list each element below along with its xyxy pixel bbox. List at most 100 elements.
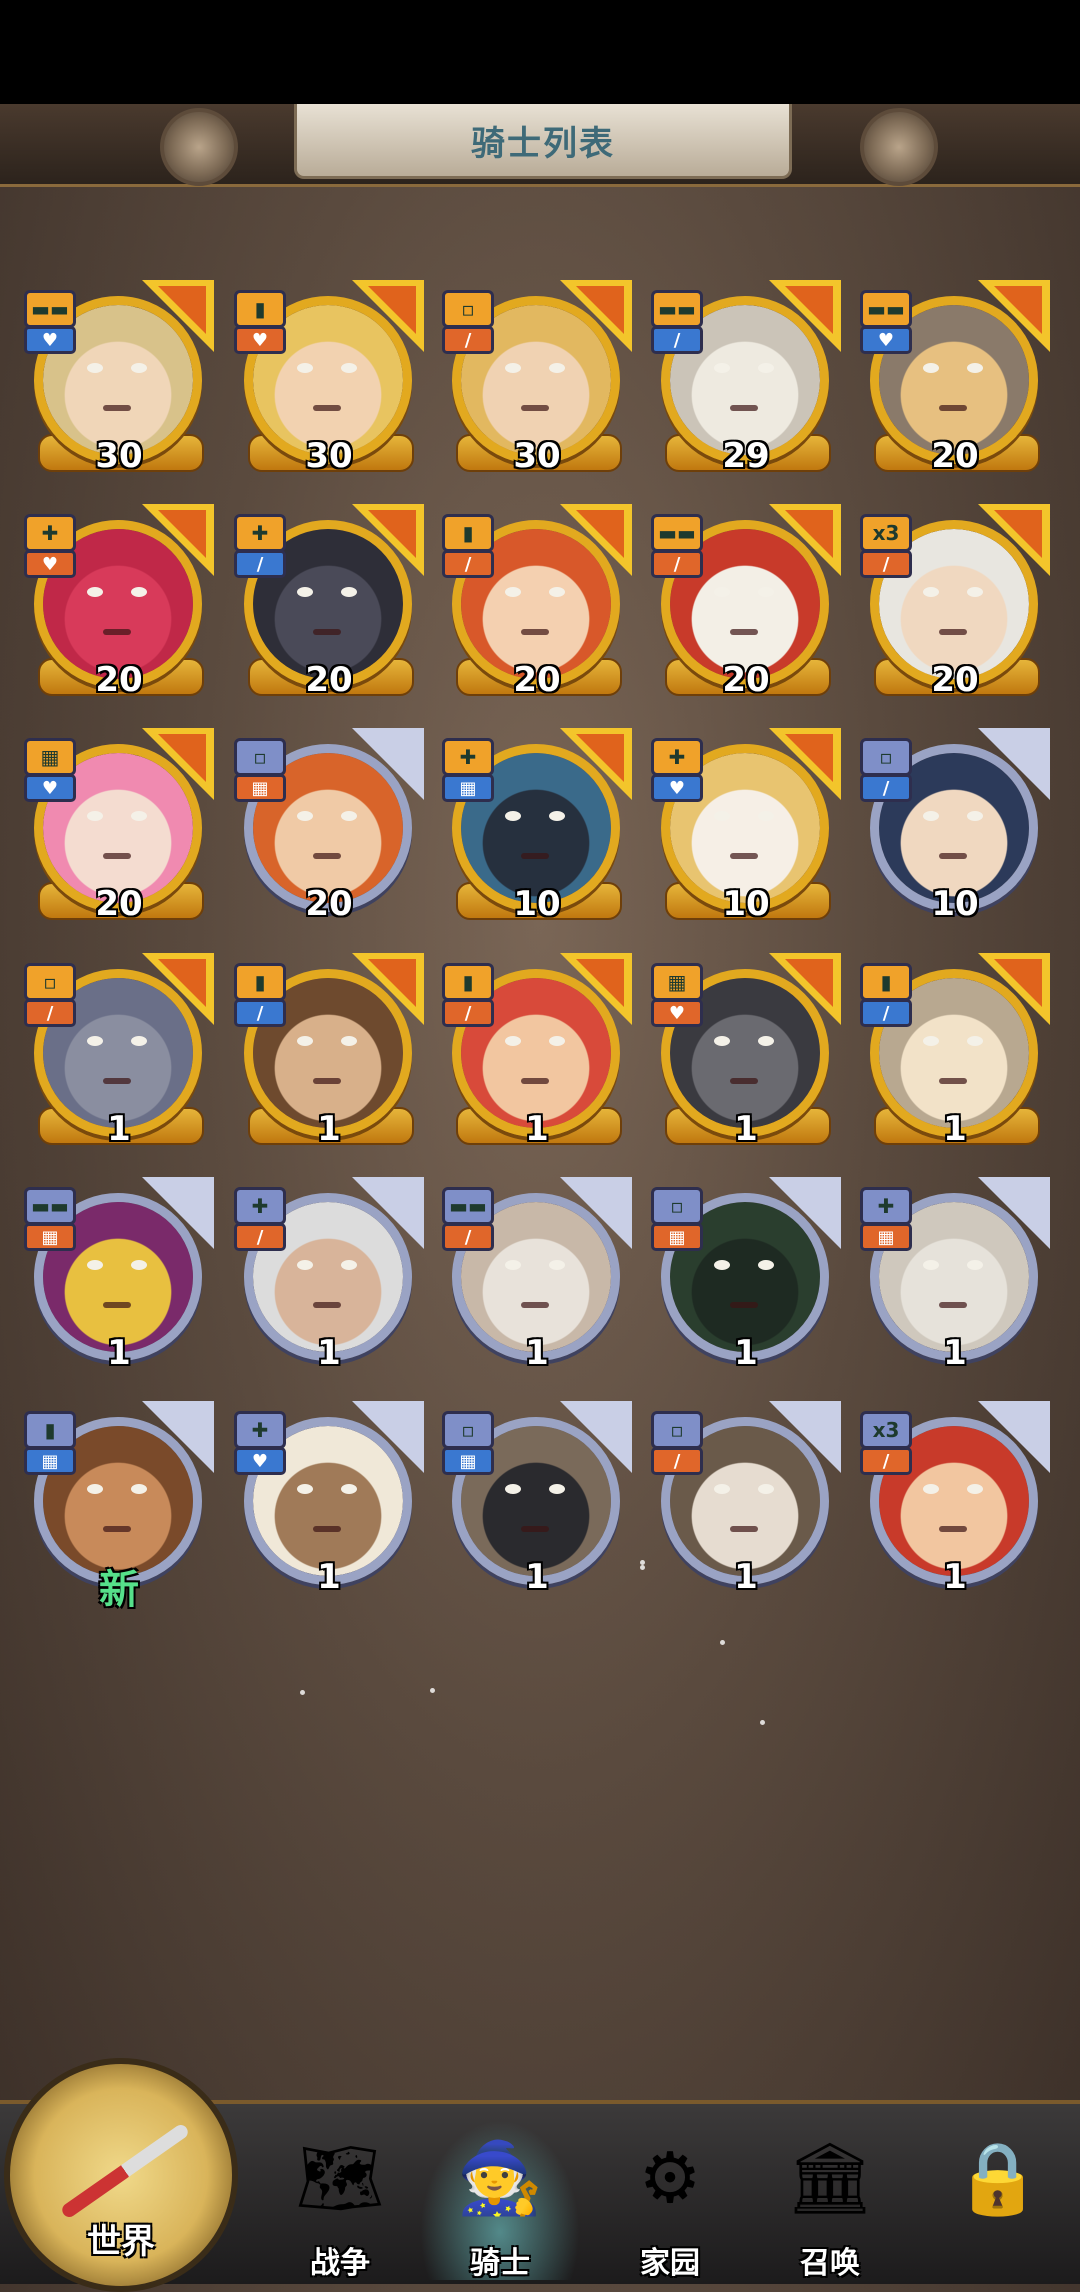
role-badge-icon: /: [234, 1223, 286, 1251]
nav-summon[interactable]: 🏛 召唤: [750, 2120, 910, 2282]
hero-card[interactable]: ▫ ▦ 20: [234, 728, 424, 924]
hero-eye: [549, 363, 565, 373]
hero-mouth: [521, 1302, 549, 1308]
rank-corner-gem: [576, 959, 624, 1007]
hero-card[interactable]: ▫ ▦ 1: [651, 1177, 841, 1373]
role-badge-icon: ♥: [651, 999, 703, 1027]
hero-eye: [967, 587, 983, 597]
hero-eye: [923, 1036, 939, 1046]
hero-eye: [505, 1036, 521, 1046]
class-badge-icon: ▫: [24, 963, 76, 1001]
hero-card[interactable]: ▮/ 20: [442, 504, 632, 700]
hero-eye: [505, 363, 521, 373]
hero-mouth: [313, 405, 341, 411]
rank-corner-gem: [785, 734, 833, 782]
hero-eye: [758, 1036, 774, 1046]
hero-card[interactable]: ✚ ▦ 10: [442, 728, 632, 924]
hero-card[interactable]: ▮ ▦ 新: [24, 1401, 214, 1613]
hero-card[interactable]: ▦ ♥ 1: [651, 953, 841, 1149]
rank-corner-gem: [576, 510, 624, 558]
hero-mouth: [313, 1302, 341, 1308]
hero-eye: [967, 1260, 983, 1270]
hero-mouth: [313, 629, 341, 635]
hero-eye: [967, 811, 983, 821]
role-badge-icon: /: [860, 550, 912, 578]
hero-eye: [341, 587, 357, 597]
hero-card[interactable]: ▮/ 1: [442, 953, 632, 1149]
nav-home[interactable]: ⚙ 家园: [590, 2120, 750, 2281]
hero-mouth: [521, 405, 549, 411]
role-badge-icon: ▦: [442, 774, 494, 802]
hero-card[interactable]: ▬▬ ♥ 30: [24, 280, 214, 476]
hero-card[interactable]: ✚/ 20: [234, 504, 424, 700]
hero-eye: [297, 811, 313, 821]
role-badge-icon: /: [651, 1447, 703, 1475]
role-badge-icon: ▦: [442, 1447, 494, 1475]
rank-corner-icon: [769, 1401, 841, 1473]
rank-corner-gem: [368, 286, 416, 334]
nav-locked[interactable]: 🔒: [918, 2120, 1078, 2280]
hero-level: 1: [107, 1109, 131, 1149]
hero-mouth: [939, 1078, 967, 1084]
hero-card[interactable]: ▫/ 10: [860, 728, 1050, 924]
class-badge-icon: ▫: [651, 1411, 703, 1449]
hero-card[interactable]: ✚ ♥ 20: [24, 504, 214, 700]
rank-corner-gem: [158, 734, 206, 782]
hero-card[interactable]: ▫ ▦ 1: [442, 1401, 632, 1597]
hero-card[interactable]: x3/ 20: [860, 504, 1050, 700]
nav-world[interactable]: 世界: [4, 2058, 238, 2292]
hero-card[interactable]: ▮/ 1: [234, 953, 424, 1149]
hero-level: 1: [734, 1333, 758, 1373]
hero-mouth: [939, 853, 967, 859]
hero-card[interactable]: ✚/ 1: [234, 1177, 424, 1373]
hero-card[interactable]: ▬▬/ 20: [651, 504, 841, 700]
role-badge-icon: ▦: [234, 774, 286, 802]
hero-eye: [297, 587, 313, 597]
hero-card[interactable]: ▦ ♥ 20: [24, 728, 214, 924]
hero-card[interactable]: ✚ ♥ 1: [234, 1401, 424, 1597]
role-badge-icon: ♥: [24, 326, 76, 354]
class-badge-icon: ✚: [442, 738, 494, 776]
hero-card[interactable]: ▮ ♥ 30: [234, 280, 424, 476]
role-badge-icon: ♥: [24, 774, 76, 802]
rank-corner-icon: [352, 728, 424, 800]
role-badge-icon: /: [234, 550, 286, 578]
hero-card[interactable]: x3/ 1: [860, 1401, 1050, 1597]
hero-eye: [297, 1036, 313, 1046]
hero-eye: [297, 1260, 313, 1270]
hero-card[interactable]: ▬▬/ 29: [651, 280, 841, 476]
hero-card[interactable]: ▬▬/ 1: [442, 1177, 632, 1373]
role-badge-icon: /: [442, 1223, 494, 1251]
hero-level: 10: [931, 884, 979, 924]
hero-card[interactable]: ▫/ 30: [442, 280, 632, 476]
hero-card[interactable]: ✚ ♥ 10: [651, 728, 841, 924]
hero-card[interactable]: ✚ ▦ 1: [860, 1177, 1050, 1373]
hero-eye: [967, 1484, 983, 1494]
hero-card[interactable]: ▬▬ ▦ 1: [24, 1177, 214, 1373]
class-badge-icon: ▬▬: [24, 1187, 76, 1225]
hero-level: 30: [305, 436, 353, 476]
hero-card[interactable]: ▫/ 1: [24, 953, 214, 1149]
hero-eye: [87, 1484, 103, 1494]
hero-card[interactable]: ▫/ 1: [651, 1401, 841, 1597]
rank-corner-gem: [368, 959, 416, 1007]
hero-card[interactable]: ▬▬ ♥ 20: [860, 280, 1050, 476]
hero-card[interactable]: ▮/ 1: [860, 953, 1050, 1149]
rank-corner-gem: [994, 510, 1042, 558]
sparkle: [760, 1720, 765, 1725]
class-badge-icon: ▮: [860, 963, 912, 1001]
role-badge-icon: /: [442, 550, 494, 578]
hero-level: 1: [525, 1109, 549, 1149]
role-badge-icon: /: [651, 326, 703, 354]
rank-corner-gem: [785, 510, 833, 558]
nav-knight[interactable]: 🧙 骑士: [420, 2120, 580, 2281]
hero-mouth: [939, 629, 967, 635]
new-label: 新: [99, 1567, 139, 1613]
class-badge-icon: ▮: [442, 514, 494, 552]
rank-corner-icon: [560, 1177, 632, 1249]
nav-war[interactable]: 🗺 战争: [260, 2120, 420, 2282]
hero-level: 20: [305, 884, 353, 924]
hero-eye: [341, 811, 357, 821]
hero-level: 20: [722, 660, 770, 700]
hero-eye: [131, 1484, 147, 1494]
